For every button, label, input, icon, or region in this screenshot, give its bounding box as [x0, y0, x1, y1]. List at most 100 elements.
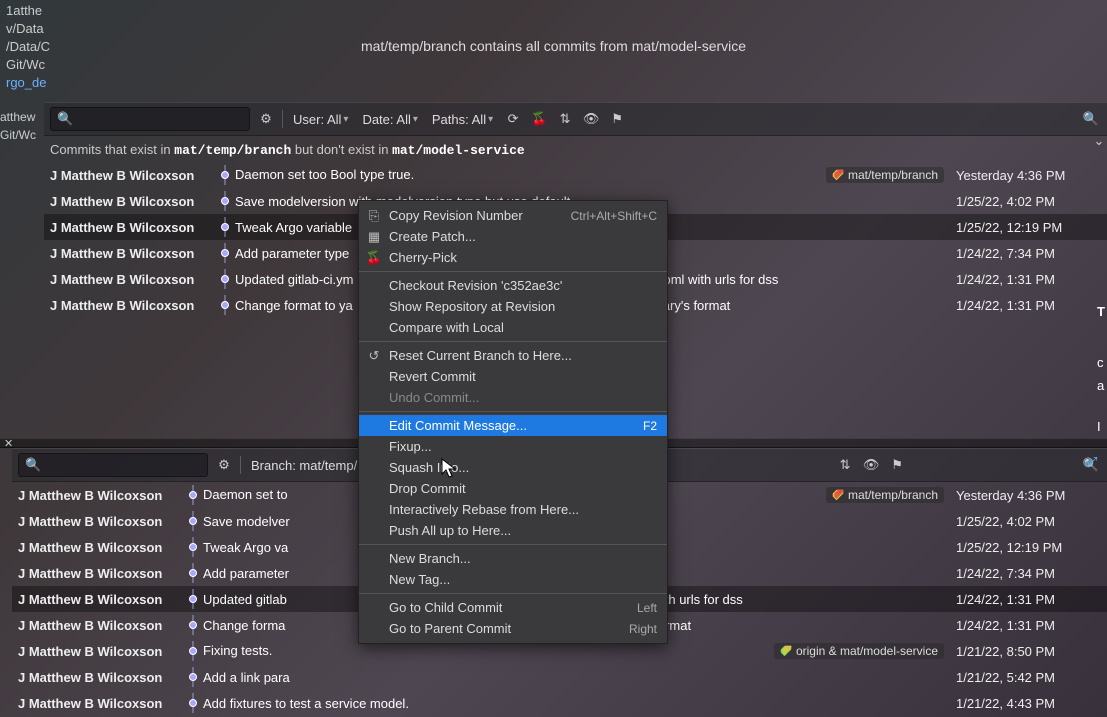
commit-author: J Matthew B Wilcoxson — [50, 220, 215, 235]
commit-row[interactable]: J Matthew B Wilcoxson Daemon set too Boo… — [44, 162, 1107, 188]
menu-item[interactable]: Show Repository at Revision — [359, 296, 667, 317]
commit-date: 1/24/22, 7:34 PM — [956, 246, 1101, 261]
menu-label: Edit Commit Message... — [389, 418, 527, 433]
arrows-icon[interactable]: ⇅ — [835, 455, 855, 475]
commit-author: J Matthew B Wilcoxson — [18, 566, 183, 581]
commit-author: J Matthew B Wilcoxson — [18, 670, 183, 685]
commit-author: J Matthew B Wilcoxson — [18, 592, 183, 607]
search-right-icon[interactable]: 🔍 — [1081, 109, 1101, 129]
gear-icon[interactable]: ⚙ — [214, 455, 234, 475]
menu-label: Go to Child Commit — [389, 600, 502, 615]
branch-tag[interactable]: origin & mat/model-service — [774, 643, 944, 659]
commit-author: J Matthew B Wilcoxson — [18, 540, 183, 555]
patch-icon: ▦ — [367, 230, 381, 244]
menu-item[interactable]: Push All up to Here... — [359, 520, 667, 541]
commit-author: J Matthew B Wilcoxson — [50, 298, 215, 313]
menu-item[interactable]: ⎘Copy Revision NumberCtrl+Alt+Shift+C — [359, 205, 667, 226]
commit-date: Yesterday 4:36 PM — [956, 168, 1101, 183]
commit-author: J Matthew B Wilcoxson — [18, 618, 183, 633]
menu-label: Copy Revision Number — [389, 208, 523, 223]
menu-label: Push All up to Here... — [389, 523, 511, 538]
search-box-bottom[interactable]: 🔍 — [18, 453, 208, 477]
menu-item: Undo Commit... — [359, 387, 667, 408]
commit-row[interactable]: J Matthew B Wilcoxson Add fixtures to te… — [12, 690, 1107, 716]
commit-author: J Matthew B Wilcoxson — [50, 272, 215, 287]
commit-message: Add fixtures to test a service model. — [203, 696, 956, 711]
menu-shortcut: Left — [637, 601, 657, 615]
branch-tag[interactable]: mat/temp/branch — [826, 167, 944, 183]
menu-label: Compare with Local — [389, 320, 504, 335]
chevron-down-icon[interactable]: ⌄ — [1089, 131, 1107, 151]
menu-item[interactable]: Go to Parent Commit Right — [359, 618, 667, 639]
menu-item[interactable]: New Branch... — [359, 548, 667, 569]
menu-shortcut: Right — [629, 622, 657, 636]
commit-author: J Matthew B Wilcoxson — [18, 514, 183, 529]
commit-date: 1/24/22, 1:31 PM — [956, 592, 1101, 607]
commit-date: 1/24/22, 7:34 PM — [956, 566, 1101, 581]
menu-label: New Branch... — [389, 551, 471, 566]
menu-label: Revert Commit — [389, 369, 476, 384]
commit-date: 1/25/22, 4:02 PM — [956, 194, 1101, 209]
eye-icon[interactable]: 👁 — [861, 455, 881, 475]
bookmark-icon[interactable]: ⚑ — [607, 109, 627, 129]
toolbar-top: 🔍 ⚙ User: All▾ Date: All▾ Paths: All▾ ⟳ … — [44, 102, 1107, 136]
filter-branch[interactable]: Branch: mat/temp/ — [247, 456, 361, 475]
search-input-bottom[interactable] — [45, 458, 201, 472]
context-menu: ⎘Copy Revision NumberCtrl+Alt+Shift+C▦Cr… — [358, 200, 668, 644]
info-bar: Commits that exist in mat/temp/branch bu… — [0, 136, 1107, 162]
commit-date: 1/24/22, 1:31 PM — [956, 618, 1101, 633]
menu-label: Show Repository at Revision — [389, 299, 555, 314]
menu-item[interactable]: Interactively Rebase from Here... — [359, 499, 667, 520]
menu-item[interactable]: 🍒Cherry-Pick — [359, 247, 667, 268]
menu-item[interactable]: Compare with Local — [359, 317, 667, 338]
commit-date: 1/25/22, 12:19 PM — [956, 540, 1101, 555]
menu-item[interactable]: Drop Commit — [359, 478, 667, 499]
menu-shortcut: F2 — [643, 419, 657, 433]
commit-date: 1/21/22, 5:42 PM — [956, 670, 1101, 685]
commit-message: Daemon set too Bool type true.mat/temp/b… — [235, 167, 956, 184]
commit-author: J Matthew B Wilcoxson — [18, 644, 183, 659]
search-input[interactable] — [77, 112, 243, 126]
menu-item[interactable]: Edit Commit Message... F2 — [359, 415, 667, 436]
eye-icon[interactable]: 👁 — [581, 109, 601, 129]
menu-item[interactable]: Checkout Revision 'c352ae3c' — [359, 275, 667, 296]
menu-item[interactable]: ▦Create Patch... — [359, 226, 667, 247]
menu-item[interactable]: New Tag... — [359, 569, 667, 590]
commit-date: 1/21/22, 4:43 PM — [956, 696, 1101, 711]
commit-date: 1/25/22, 4:02 PM — [956, 514, 1101, 529]
menu-label: Go to Parent Commit — [389, 621, 511, 636]
commit-date: 1/24/22, 1:31 PM — [956, 272, 1101, 287]
expand-icon[interactable]: ⤢ — [1087, 454, 1103, 470]
cherry-icon: 🍒 — [367, 251, 381, 265]
commit-date: Yesterday 4:36 PM — [956, 488, 1101, 503]
menu-item[interactable]: ↺Reset Current Branch to Here... — [359, 345, 667, 366]
commit-date: 1/25/22, 12:19 PM — [956, 220, 1101, 235]
cherry-pick-icon[interactable]: 🍒 — [529, 109, 549, 129]
filter-user[interactable]: User: All▾ — [289, 110, 352, 129]
menu-label: Interactively Rebase from Here... — [389, 502, 579, 517]
menu-label: Fixup... — [389, 439, 432, 454]
menu-item[interactable]: Fixup... — [359, 436, 667, 457]
filter-date[interactable]: Date: All▾ — [358, 110, 421, 129]
commit-row[interactable]: J Matthew B Wilcoxson Add a link para 1/… — [12, 664, 1107, 690]
menu-label: Squash Into... — [389, 460, 469, 475]
menu-item[interactable]: Squash Into... — [359, 457, 667, 478]
menu-label: New Tag... — [389, 572, 450, 587]
commit-author: J Matthew B Wilcoxson — [18, 696, 183, 711]
menu-label: Drop Commit — [389, 481, 466, 496]
bookmark-icon[interactable]: ⚑ — [887, 455, 907, 475]
commit-date: 1/24/22, 1:31 PM — [956, 298, 1101, 313]
gear-icon[interactable]: ⚙ — [256, 109, 276, 129]
refresh-icon[interactable]: ⟳ — [503, 109, 523, 129]
menu-label: Undo Commit... — [389, 390, 479, 405]
menu-label: Checkout Revision 'c352ae3c' — [389, 278, 562, 293]
branch-tag[interactable]: mat/temp/branch — [826, 487, 944, 503]
filter-paths[interactable]: Paths: All▾ — [428, 110, 497, 129]
menu-item[interactable]: Revert Commit — [359, 366, 667, 387]
arrows-icon[interactable]: ⇅ — [555, 109, 575, 129]
search-icon: 🔍 — [57, 111, 73, 127]
menu-item[interactable]: Go to Child Commit Left — [359, 597, 667, 618]
commit-author: J Matthew B Wilcoxson — [18, 488, 183, 503]
search-box[interactable]: 🔍 — [50, 107, 250, 131]
search-icon: 🔍 — [25, 457, 41, 473]
